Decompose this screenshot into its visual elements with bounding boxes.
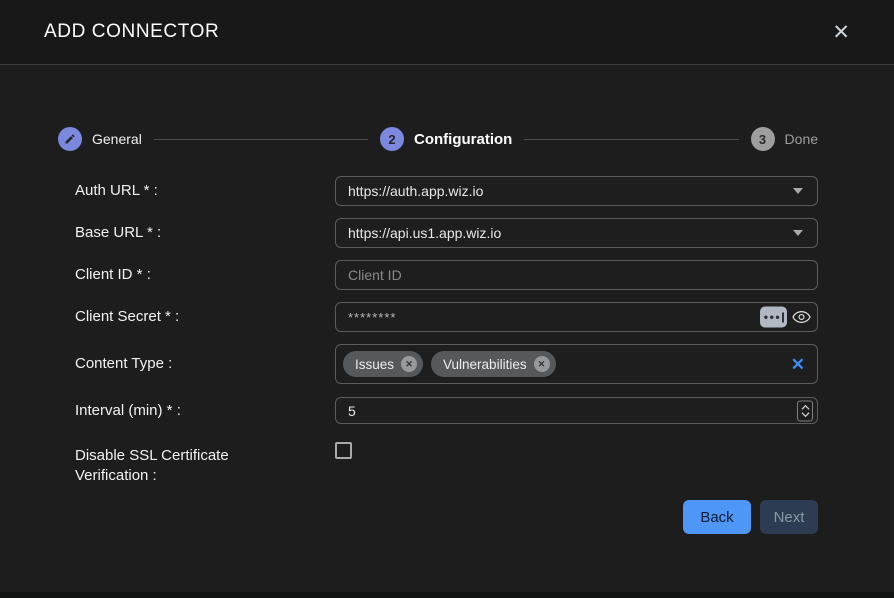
tag-vulnerabilities: Vulnerabilities ✕ — [431, 351, 556, 377]
page-title: ADD CONNECTOR — [44, 21, 219, 43]
tag-issues: Issues ✕ — [343, 351, 423, 377]
chevron-down-icon — [801, 411, 810, 417]
remove-tag-icon[interactable]: ✕ — [401, 356, 417, 372]
interval-input[interactable] — [335, 397, 818, 424]
auth-url-label: Auth URL * : — [75, 181, 335, 201]
modal-header: ADD CONNECTOR ✕ — [0, 0, 894, 65]
ssl-label: Disable SSL Certificate Verification : — [75, 440, 335, 486]
step-configuration[interactable]: 2 Configuration — [380, 127, 512, 151]
back-button[interactable]: Back — [683, 500, 751, 534]
cursor-bar-icon — [782, 312, 784, 322]
next-button[interactable]: Next — [760, 500, 818, 534]
step-configuration-label: Configuration — [414, 131, 512, 148]
step-general[interactable]: General — [58, 127, 142, 151]
ssl-row: Disable SSL Certificate Verification : — [58, 440, 818, 486]
client-id-row: Client ID * : — [58, 260, 818, 290]
chevron-down-icon — [793, 230, 803, 236]
close-button[interactable]: ✕ — [828, 20, 854, 45]
chevron-up-icon — [801, 404, 810, 410]
step-configuration-circle: 2 — [380, 127, 404, 151]
auth-url-value: https://auth.app.wiz.io — [348, 183, 793, 199]
client-id-input[interactable] — [335, 260, 818, 290]
tag-label: Vulnerabilities — [443, 357, 527, 372]
base-url-select[interactable]: https://api.us1.app.wiz.io — [335, 218, 818, 248]
interval-label: Interval (min) * : — [75, 401, 335, 421]
client-secret-input[interactable] — [335, 302, 818, 332]
stepper-connector — [154, 139, 368, 140]
action-bar: Back Next — [58, 500, 818, 534]
stepper: General 2 Configuration 3 Done — [58, 127, 818, 151]
auth-url-row: Auth URL * : https://auth.app.wiz.io — [58, 176, 818, 206]
content-type-label: Content Type : — [75, 354, 335, 374]
number-stepper[interactable] — [797, 400, 813, 421]
content-type-row: Content Type : Issues ✕ Vulnerabilities … — [58, 344, 818, 384]
step-done-label: Done — [785, 131, 818, 147]
step-done: 3 Done — [751, 127, 818, 151]
client-secret-row: Client Secret * : ●●● — [58, 302, 818, 332]
step-general-label: General — [92, 131, 142, 147]
content-type-multiselect[interactable]: Issues ✕ Vulnerabilities ✕ ✕ — [335, 344, 818, 384]
step-general-circle — [58, 127, 82, 151]
base-url-value: https://api.us1.app.wiz.io — [348, 225, 793, 241]
add-connector-modal: ADD CONNECTOR ✕ General 2 Configuration … — [0, 0, 894, 598]
step-done-circle: 3 — [751, 127, 775, 151]
eye-icon — [792, 310, 811, 325]
client-id-label: Client ID * : — [75, 265, 335, 285]
auth-url-select[interactable]: https://auth.app.wiz.io — [335, 176, 818, 206]
base-url-row: Base URL * : https://api.us1.app.wiz.io — [58, 218, 818, 248]
client-secret-label: Client Secret * : — [75, 307, 335, 327]
dots-icon: ●●● — [764, 313, 782, 322]
tag-label: Issues — [355, 357, 394, 372]
pencil-icon — [64, 133, 76, 145]
remove-tag-icon[interactable]: ✕ — [534, 356, 550, 372]
close-icon: ✕ — [832, 21, 850, 44]
clear-all-icon[interactable]: ✕ — [791, 356, 805, 373]
bottom-strip — [0, 592, 894, 598]
chevron-down-icon — [793, 188, 803, 194]
stepper-connector — [524, 139, 738, 140]
autofill-credentials-button[interactable]: ●●● — [760, 307, 787, 328]
modal-body: General 2 Configuration 3 Done Auth URL … — [0, 127, 894, 534]
base-url-label: Base URL * : — [75, 223, 335, 243]
interval-row: Interval (min) * : — [58, 397, 818, 424]
show-password-button[interactable] — [790, 310, 813, 325]
ssl-checkbox[interactable] — [335, 442, 352, 459]
